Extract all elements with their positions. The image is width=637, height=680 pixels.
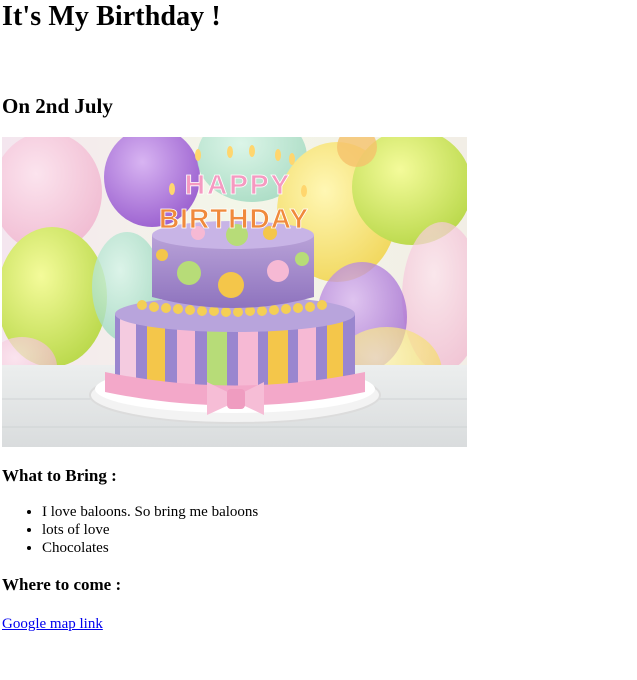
list-item: Chocolates bbox=[42, 539, 637, 557]
date-heading: On 2nd July bbox=[2, 94, 113, 118]
bring-list: I love baloons. So bring me baloons lots… bbox=[2, 503, 637, 557]
page-title: It's My Birthday ! bbox=[2, 1, 221, 32]
google-map-link[interactable]: Google map link bbox=[2, 615, 103, 633]
list-item: I love baloons. So bring me baloons bbox=[42, 503, 637, 521]
where-heading: Where to come : bbox=[2, 575, 122, 594]
page-content: It's My Birthday ! On 2nd July HAPPY BIR… bbox=[0, 0, 637, 680]
bring-heading: What to Bring : bbox=[2, 466, 117, 485]
list-item: lots of love bbox=[42, 521, 637, 539]
topper-line-happy: HAPPY bbox=[185, 169, 291, 200]
birthday-cake-image: HAPPY BIRTHDAY bbox=[2, 137, 467, 447]
topper-line-birthday: BIRTHDAY bbox=[159, 203, 309, 234]
